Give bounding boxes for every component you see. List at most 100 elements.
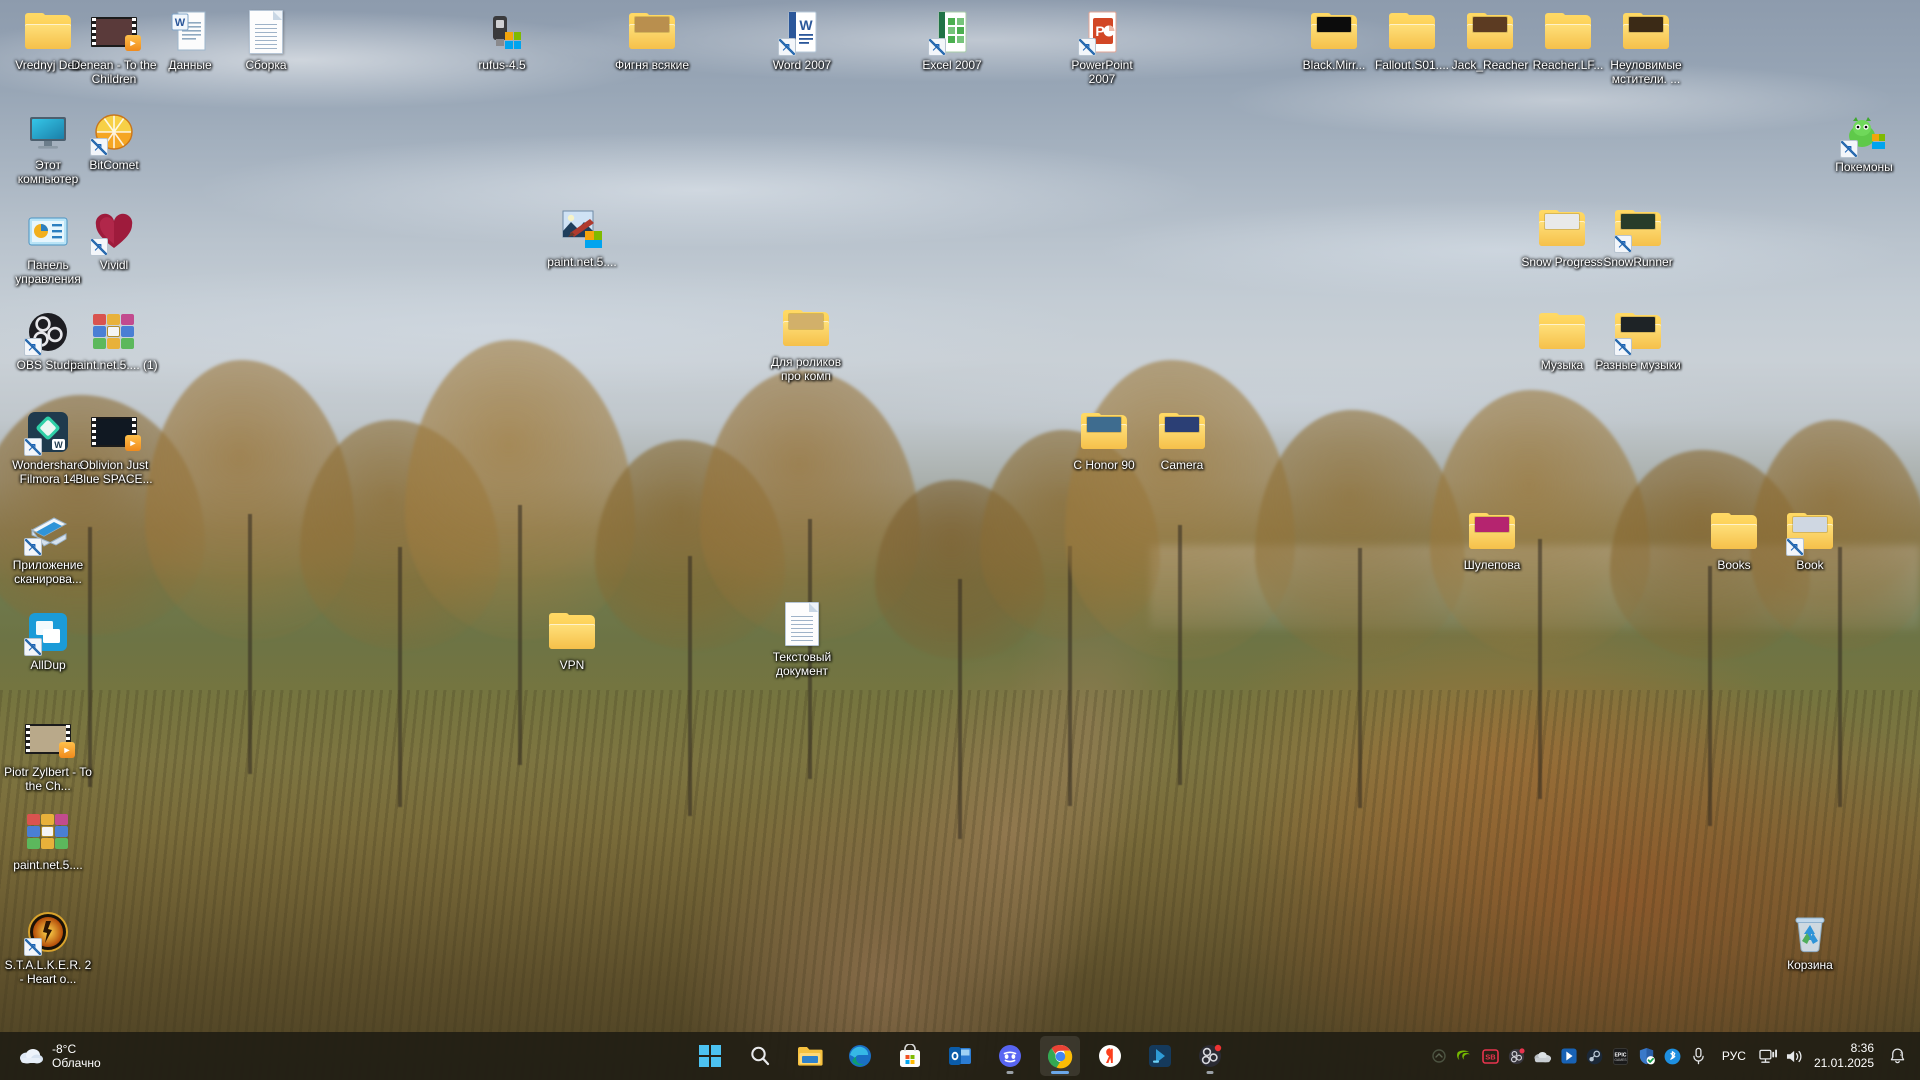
desktop-icon-jack-reacher[interactable]: Jack_Reacher bbox=[1446, 8, 1534, 73]
desktop-icon-prilozhenie-skan[interactable]: ↗Приложение сканирова... bbox=[4, 508, 92, 586]
desktop-icon-label: paint.net.5.... bbox=[547, 256, 616, 270]
tekstovyj-dokument-glyph bbox=[778, 600, 826, 648]
svg-text:GAMES: GAMES bbox=[1615, 1058, 1628, 1062]
desktop-icon-korzina[interactable]: Корзина bbox=[1766, 908, 1854, 973]
desktop-icon-label: Book bbox=[1796, 559, 1823, 573]
folder-icon bbox=[1389, 13, 1435, 51]
svg-text:z: z bbox=[1899, 1050, 1902, 1057]
search-button[interactable] bbox=[740, 1036, 780, 1076]
network-icon[interactable] bbox=[1756, 1036, 1782, 1076]
shortcut-arrow-icon: ↗ bbox=[1787, 541, 1801, 555]
desktop-icon-label: Сборка bbox=[245, 59, 286, 73]
desktop-icon-label: Шулепова bbox=[1464, 559, 1521, 573]
desktop-icon-snowrunner[interactable]: ↗SnowRunner bbox=[1594, 205, 1682, 270]
shortcut-arrow-icon: ↗ bbox=[25, 941, 39, 955]
desktop-icon-reacher-lf[interactable]: Reacher.LF... bbox=[1524, 8, 1612, 73]
obs-studio-button[interactable] bbox=[1190, 1036, 1230, 1076]
desktop-icon-books[interactable]: Books bbox=[1690, 508, 1778, 573]
winrar-archive-icon bbox=[27, 814, 69, 850]
desktop-icon-dannye[interactable]: WДанные bbox=[146, 8, 234, 73]
desktop-icon-pokemony[interactable]: ↗Покемоны bbox=[1820, 110, 1908, 175]
desktop-icon-figni-vsyakie[interactable]: Фигня всякие bbox=[608, 8, 696, 73]
paintnet-rar-2-glyph bbox=[24, 808, 72, 856]
start-button[interactable] bbox=[690, 1036, 730, 1076]
desktop-icon-label: Для роликов про комп bbox=[762, 356, 850, 383]
video-file-icon: ► bbox=[91, 17, 137, 47]
desktop-icon-label: Word 2007 bbox=[773, 59, 831, 73]
document-icon bbox=[785, 602, 819, 646]
microsoft-edge-button[interactable] bbox=[840, 1036, 880, 1076]
steam-icon[interactable] bbox=[1582, 1036, 1608, 1076]
desktop-icon-excel-2007[interactable]: ↗Excel 2007 bbox=[908, 8, 996, 73]
desktop-icon-vividl[interactable]: ↗Vividl bbox=[70, 208, 158, 273]
yandex-browser-button[interactable] bbox=[1090, 1036, 1130, 1076]
outlook-button[interactable] bbox=[940, 1036, 980, 1076]
desktop-icon-black-mirror[interactable]: Black.Mirr... bbox=[1290, 8, 1378, 73]
windows-security-icon[interactable] bbox=[1634, 1036, 1660, 1076]
desktop-icon-bitcomet[interactable]: ↗BitComet bbox=[70, 108, 158, 173]
desktop-icon-camera[interactable]: Camera bbox=[1138, 408, 1226, 473]
notification-bell-icon[interactable]: z bbox=[1884, 1036, 1910, 1076]
desktop-icon-dlya-rolikov[interactable]: Для роликов про комп bbox=[762, 305, 850, 383]
google-chrome-button[interactable] bbox=[1040, 1036, 1080, 1076]
taskbar[interactable]: -8°C Облачно bbox=[0, 1032, 1920, 1080]
microphone-icon[interactable] bbox=[1686, 1036, 1712, 1076]
clock[interactable]: 8:36 21.01.2025 bbox=[1808, 1041, 1884, 1071]
desktop-icon-label: Oblivion Just Blue SPACE... bbox=[70, 459, 158, 486]
file-explorer-button[interactable] bbox=[790, 1036, 830, 1076]
desktop-icon-paintnet-rar-2[interactable]: paint.net.5.... bbox=[4, 808, 92, 873]
desktop-icon-sborka[interactable]: Сборка bbox=[222, 8, 310, 73]
document-icon bbox=[249, 10, 283, 54]
epic-games-icon[interactable]: EPIC GAMES bbox=[1608, 1036, 1634, 1076]
movavi-tray-icon[interactable] bbox=[1556, 1036, 1582, 1076]
desktop-icon-rufus[interactable]: rufus-4.5 bbox=[458, 8, 546, 73]
excel-2007-glyph: ↗ bbox=[928, 8, 976, 56]
desktop-icon-book[interactable]: ↗ Book bbox=[1766, 508, 1854, 573]
desktop-icon-snow-progress[interactable]: Snow Progress bbox=[1518, 205, 1606, 270]
desktop-icon-word-2007[interactable]: W ↗Word 2007 bbox=[758, 8, 846, 73]
neulovimye-glyph bbox=[1622, 8, 1670, 56]
desktop-icon-label: Данные bbox=[168, 59, 211, 73]
taskbar-pinned-apps[interactable] bbox=[690, 1032, 1230, 1080]
desktop-icon-label: Reacher.LF... bbox=[1533, 59, 1604, 73]
system-tray[interactable]: SB bbox=[1426, 1032, 1920, 1080]
desktop-icon-shulepova[interactable]: Шулепова bbox=[1448, 508, 1536, 573]
desktop-icon-neulovimye[interactable]: Неуловимые мстители. ... bbox=[1602, 8, 1690, 86]
desktop-icon-piotr-zylbert[interactable]: ►Piotr Zylbert - To the Ch... bbox=[4, 715, 92, 793]
oblivion-blue-space-glyph: ► bbox=[90, 408, 138, 456]
desktop[interactable]: Vrednyj Ded ►Denean - To the Children WД… bbox=[0, 0, 1920, 1080]
desktop-icon-paintnet-installer[interactable]: paint.net.5.... bbox=[538, 205, 626, 270]
desktop-icon-label: Fallout.S01.... bbox=[1375, 59, 1449, 73]
desktop-icon-oblivion-blue-space[interactable]: ► Oblivion Just Blue SPACE... bbox=[70, 408, 158, 486]
desktop-icon-fallout-s01[interactable]: Fallout.S01.... bbox=[1368, 8, 1456, 73]
obs-tray-icon[interactable] bbox=[1504, 1036, 1530, 1076]
microsoft-store-button[interactable] bbox=[890, 1036, 930, 1076]
desktop-icon-label: Приложение сканирова... bbox=[4, 559, 92, 586]
desktop-icon-denean-children[interactable]: ►Denean - To the Children bbox=[70, 8, 158, 86]
language-indicator[interactable]: РУС bbox=[1712, 1049, 1756, 1063]
folder-icon bbox=[1545, 13, 1591, 51]
movavi-button[interactable] bbox=[1140, 1036, 1180, 1076]
discord-button[interactable] bbox=[990, 1036, 1030, 1076]
sb-icon[interactable]: SB bbox=[1478, 1036, 1504, 1076]
weather-widget[interactable]: -8°C Облачно bbox=[18, 1042, 198, 1070]
bluetooth-icon[interactable] bbox=[1660, 1036, 1686, 1076]
desktop-icon-label: Books bbox=[1717, 559, 1750, 573]
desktop-icon-stalker-2[interactable]: ↗S.T.A.L.K.E.R. 2 - Heart o... bbox=[4, 908, 92, 986]
desktop-icon-paintnet-rar-1[interactable]: paint.net.5.... (1) bbox=[70, 308, 158, 373]
show-hidden-icons-chevron[interactable] bbox=[1426, 1036, 1452, 1076]
desktop-icon-label: PowerPoint 2007 bbox=[1058, 59, 1146, 86]
desktop-icon-muzyka[interactable]: Музыка bbox=[1518, 308, 1606, 373]
desktop-icon-alldup[interactable]: ↗AllDup bbox=[4, 608, 92, 673]
piotr-zylbert-glyph: ► bbox=[24, 715, 72, 763]
desktop-icon-tekstovyj-dokument[interactable]: Текстовый документ bbox=[758, 600, 846, 678]
usb-drive-icon bbox=[480, 10, 524, 54]
desktop-icon-c-honor-90[interactable]: C Honor 90 bbox=[1060, 408, 1148, 473]
panel-upravleniya-glyph bbox=[24, 208, 72, 256]
onedrive-icon[interactable] bbox=[1530, 1036, 1556, 1076]
desktop-icon-powerpoint-2007[interactable]: P ↗PowerPoint 2007 bbox=[1058, 8, 1146, 86]
desktop-icon-vpn[interactable]: VPN bbox=[528, 608, 616, 673]
volume-icon[interactable] bbox=[1782, 1036, 1808, 1076]
nvidia-icon[interactable] bbox=[1452, 1036, 1478, 1076]
desktop-icon-raznye-muzyki[interactable]: ↗Разные музыки bbox=[1594, 308, 1682, 373]
